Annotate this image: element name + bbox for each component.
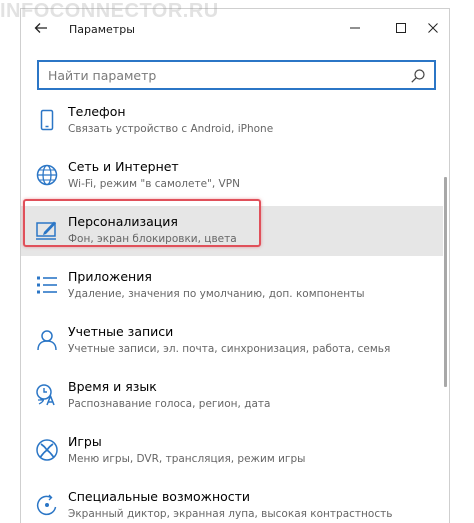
maximize-icon xyxy=(396,23,406,33)
close-button[interactable] xyxy=(419,17,447,39)
settings-window: Параметры Найти параметр Телефон Связать… xyxy=(20,8,450,523)
settings-item-time-language[interactable]: Время и язык Распознавание голоса, регио… xyxy=(21,371,443,421)
close-icon xyxy=(428,23,438,33)
settings-item-gaming[interactable]: Игры Меню игры, DVR, трансляция, режим и… xyxy=(21,426,443,476)
maximize-button[interactable] xyxy=(387,17,415,39)
item-label: Учетные записи xyxy=(68,324,174,339)
search-placeholder: Найти параметр xyxy=(48,68,157,83)
phone-icon xyxy=(40,109,54,131)
item-label: Время и язык xyxy=(68,379,157,394)
item-description: Экранный диктор, экранная лупа, высокая … xyxy=(68,508,393,520)
item-label: Приложения xyxy=(68,269,152,284)
item-description: Учетные записи, эл. почта, синхронизация… xyxy=(68,343,391,355)
accessibility-icon xyxy=(36,494,57,516)
minimize-icon xyxy=(350,27,360,29)
item-description: Меню игры, DVR, трансляция, режим игры xyxy=(68,453,306,465)
settings-item-accounts[interactable]: Учетные записи Учетные записи, эл. почта… xyxy=(21,316,443,366)
search-icon[interactable] xyxy=(410,68,426,84)
item-description: Распознавание голоса, регион, дата xyxy=(68,398,271,410)
back-arrow-icon xyxy=(34,23,47,33)
window-title: Параметры xyxy=(69,23,135,36)
settings-item-phone[interactable]: Телефон Связать устройство с Android, iP… xyxy=(21,96,443,146)
selection-highlight-frame xyxy=(23,199,261,247)
scrollbar[interactable] xyxy=(444,177,447,387)
settings-item-network[interactable]: Сеть и Интернет Wi-Fi, режим "в самолете… xyxy=(21,151,443,201)
item-description: Wi-Fi, режим "в самолете", VPN xyxy=(68,178,240,190)
globe-icon xyxy=(36,164,58,186)
apps-list-icon xyxy=(37,276,57,294)
item-description: Связать устройство с Android, iPhone xyxy=(68,123,274,135)
item-description: Удаление, значения по умолчанию, доп. ко… xyxy=(68,288,365,300)
minimize-button[interactable] xyxy=(341,17,369,39)
item-label: Специальные возможности xyxy=(68,489,251,504)
time-language-icon xyxy=(36,384,55,406)
xbox-icon xyxy=(36,439,58,461)
settings-item-apps[interactable]: Приложения Удаление, значения по умолчан… xyxy=(21,261,443,311)
person-icon xyxy=(37,330,57,351)
screenshot-stage: INFOCONNECTOR.RU Параметры Найти парамет… xyxy=(0,0,474,523)
settings-item-accessibility[interactable]: Специальные возможности Экранный диктор,… xyxy=(21,481,443,523)
watermark: INFOCONNECTOR.RU xyxy=(0,0,219,22)
item-label: Сеть и Интернет xyxy=(68,159,179,174)
item-label: Игры xyxy=(68,434,102,449)
search-input[interactable]: Найти параметр xyxy=(37,60,436,90)
item-label: Телефон xyxy=(68,104,126,119)
